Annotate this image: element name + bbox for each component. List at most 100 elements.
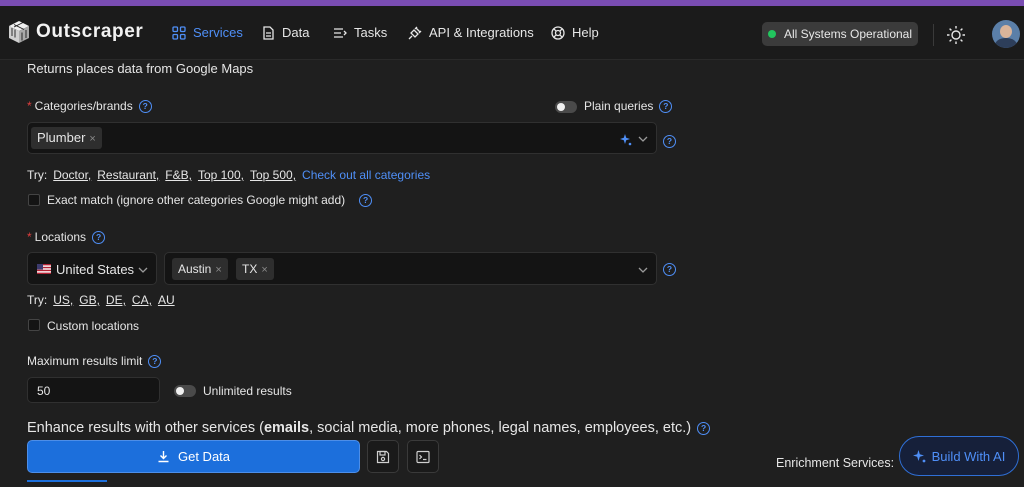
category-tag[interactable]: Plumber ×	[31, 127, 102, 149]
avatar-face	[1000, 25, 1012, 38]
chevron-down-icon[interactable]	[638, 134, 648, 144]
get-data-button[interactable]: Get Data	[27, 440, 360, 473]
plain-queries-label-row: Plain queries?	[584, 99, 673, 114]
required-marker: *	[27, 99, 32, 113]
nav-label: Data	[282, 25, 310, 40]
limit-label: Maximum results limit	[27, 354, 143, 368]
try-link-us[interactable]: US,	[53, 293, 73, 307]
tag-label: Austin	[178, 262, 212, 276]
try-link-top500[interactable]: Top 500,	[250, 168, 296, 182]
nav-item-tasks[interactable]: Tasks	[333, 25, 387, 40]
try-link-top100[interactable]: Top 100,	[198, 168, 244, 182]
help-icon[interactable]: ?	[663, 263, 676, 276]
tag-label: Plumber	[37, 130, 86, 145]
remove-tag-icon[interactable]: ×	[261, 264, 267, 276]
avatar-body	[995, 38, 1017, 48]
try-link-de[interactable]: DE,	[106, 293, 126, 307]
location-tag[interactable]: Austin ×	[172, 258, 228, 280]
list-icon	[334, 27, 347, 38]
plug-icon	[408, 26, 422, 39]
chevron-down-icon	[138, 267, 148, 273]
unlimited-results-toggle[interactable]	[174, 385, 196, 397]
logo[interactable]: Outscraper	[8, 20, 143, 44]
remove-tag-icon[interactable]: ×	[89, 133, 95, 145]
terminal-icon	[416, 450, 430, 463]
nav-divider	[933, 24, 934, 46]
nav-item-api-integrations[interactable]: API & Integrations	[408, 25, 534, 40]
cube-logo-icon	[9, 21, 29, 43]
status-dot-icon	[767, 30, 776, 38]
required-marker: *	[27, 230, 32, 244]
build-with-ai-label: Build With AI	[931, 448, 1006, 464]
lifebuoy-icon	[551, 25, 565, 40]
check-all-categories-link[interactable]: Check out all categories	[302, 168, 430, 182]
enrichment-services-label: Enrichment Services:	[776, 456, 895, 470]
nav-item-services[interactable]: Services	[172, 25, 243, 40]
nav-item-data[interactable]: Data	[261, 25, 309, 40]
us-flag-icon	[37, 264, 51, 274]
unlimited-results-label: Unlimited results	[203, 384, 292, 398]
status-text: All Systems Operational	[783, 27, 913, 41]
service-description: Returns places data from Google Maps	[27, 61, 254, 76]
country-value: United States	[56, 262, 135, 277]
try-link-fb[interactable]: F&B,	[165, 168, 192, 182]
document-icon	[263, 25, 274, 40]
plain-queries-toggle[interactable]	[555, 101, 577, 113]
exact-match-checkbox[interactable]	[28, 194, 40, 206]
save-template-button[interactable]	[367, 440, 399, 473]
custom-locations-label: Custom locations	[47, 319, 140, 333]
top-navigation-bar: Outscraper Services Data Tasks API & Int…	[0, 6, 1024, 60]
sun-icon[interactable]	[946, 25, 966, 45]
chevron-down-icon[interactable]	[638, 265, 648, 275]
save-icon	[376, 450, 390, 463]
enhance-suffix: , social media, more phones, legal names…	[309, 420, 692, 436]
help-icon[interactable]: ?	[663, 135, 676, 148]
help-icon[interactable]: ?	[148, 355, 162, 369]
categories-input[interactable]: Plumber ×	[27, 122, 657, 154]
custom-locations-checkbox[interactable]	[28, 319, 40, 331]
country-select[interactable]: United States	[27, 252, 157, 285]
sparkle-icon[interactable]	[620, 134, 632, 146]
try-link-restaurant[interactable]: Restaurant,	[97, 168, 159, 182]
build-with-ai-button[interactable]: Build With AI	[899, 436, 1019, 476]
nav-label: Services	[193, 25, 243, 40]
progress-underline	[27, 480, 107, 482]
try-link-ca[interactable]: CA,	[132, 293, 152, 307]
help-icon[interactable]: ?	[138, 100, 152, 114]
enhance-bold: emails	[263, 420, 310, 436]
logo-text: Outscraper	[36, 21, 144, 42]
results-limit-value: 50	[37, 384, 51, 398]
help-icon[interactable]: ?	[697, 421, 711, 435]
categories-try-row: Try: Doctor, Restaurant, F&B, Top 100, Top 50…	[27, 168, 430, 182]
help-icon[interactable]: ?	[92, 231, 106, 245]
locations-label-row: * Locations?	[27, 230, 106, 245]
grid-icon	[172, 25, 186, 40]
enhance-prefix: Enhance results with other services (	[27, 420, 264, 436]
locations-try-row: Try: US, GB, DE, CA, AU	[27, 293, 181, 307]
results-limit-input[interactable]: 50	[27, 377, 160, 403]
locations-input[interactable]: Austin × TX ×	[164, 252, 657, 285]
sparkle-icon	[912, 449, 926, 462]
location-tag[interactable]: TX ×	[236, 258, 274, 280]
api-code-button[interactable]	[407, 440, 439, 473]
nav-label: Help	[572, 25, 599, 40]
plain-queries-label: Plain queries	[584, 99, 654, 113]
help-icon[interactable]: ?	[659, 100, 673, 114]
get-data-label: Get Data	[177, 449, 231, 464]
categories-label: Categories/brands	[34, 99, 133, 113]
user-avatar[interactable]	[992, 20, 1020, 48]
help-icon[interactable]: ?	[359, 194, 373, 208]
exact-match-label: Exact match (ignore other categories Goo…	[47, 193, 346, 207]
enhance-heading: Enhance results with other services (ema…	[27, 420, 711, 436]
nav-label: Tasks	[354, 25, 388, 40]
try-link-gb[interactable]: GB,	[79, 293, 100, 307]
exact-match-label-row: Exact match (ignore other categories Goo…	[47, 193, 373, 208]
try-link-doctor[interactable]: Doctor,	[53, 168, 91, 182]
download-icon	[158, 451, 169, 463]
try-link-au[interactable]: AU	[158, 293, 175, 307]
try-prefix: Try:	[27, 293, 48, 307]
remove-tag-icon[interactable]: ×	[215, 264, 221, 276]
system-status-badge[interactable]: All Systems Operational	[762, 22, 918, 46]
nav-item-help[interactable]: Help	[551, 25, 599, 40]
limit-label-row: Maximum results limit?	[27, 354, 162, 369]
